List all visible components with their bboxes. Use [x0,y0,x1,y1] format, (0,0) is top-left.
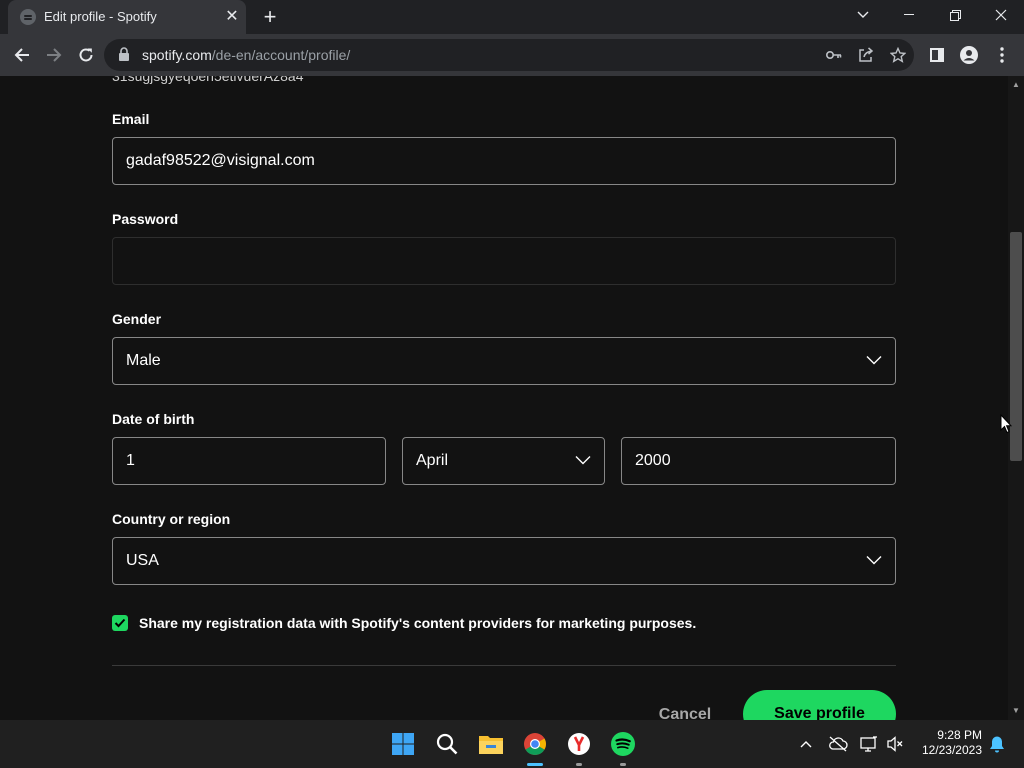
gender-label: Gender [112,311,162,327]
windows-taskbar: 9:28 PM 12/23/2023 [0,720,1024,768]
browser-tab-active[interactable]: Edit profile - Spotify ✕ [8,0,246,34]
scroll-up-arrow[interactable]: ▲ [1011,80,1021,90]
save-profile-button[interactable]: Save profile [743,690,896,720]
url-text: spotify.com/de-en/account/profile/ [142,47,351,63]
clock-date: 12/23/2023 [921,743,982,757]
spotify-icon[interactable] [607,728,639,760]
email-field[interactable]: gadaf98522@visignal.com [112,137,896,185]
email-label: Email [112,111,150,127]
yandex-running-indicator [576,763,582,766]
chevron-down-icon[interactable] [840,0,886,30]
minimize-icon[interactable] [886,0,932,30]
close-window-icon[interactable] [978,0,1024,30]
close-icon[interactable]: ✕ [222,7,242,27]
chevron-down-icon [866,556,882,565]
yandex-icon[interactable] [563,728,595,760]
reload-icon[interactable] [74,43,98,67]
plus-icon[interactable]: + [259,6,281,28]
file-explorer-icon[interactable] [475,728,507,760]
star-icon[interactable] [886,43,910,67]
share-data-label: Share my registration data with Spotify'… [139,615,697,631]
page-viewport: 31sugjsgyeqoen5etivuerAz8a4 Email gadaf9… [0,76,1008,720]
country-label: Country or region [112,511,231,527]
forward-icon[interactable] [42,43,66,67]
more-icon[interactable] [990,43,1014,67]
volume-muted-icon[interactable] [885,734,905,754]
monitor-icon[interactable] [859,734,879,754]
key-icon[interactable] [822,43,846,67]
search-icon[interactable] [431,728,463,760]
cloud-offline-icon[interactable] [828,734,848,754]
scroll-down-arrow[interactable]: ▼ [1011,706,1021,716]
profile-icon[interactable] [957,43,981,67]
spotify-running-indicator [620,763,626,766]
dob-year-field[interactable]: 2000 [621,437,896,485]
password-label: Password [112,211,179,227]
address-bar[interactable]: spotify.com/de-en/account/profile/ [104,39,914,71]
bell-icon[interactable] [987,734,1007,754]
password-field[interactable] [112,237,896,285]
browser-toolbar: spotify.com/de-en/account/profile/ [0,34,1024,76]
chevron-down-icon [575,456,591,465]
username-value: 31sugjsgyeqoen5etivuerAz8a4 [112,76,304,84]
gender-select[interactable]: Male [112,337,896,385]
country-select[interactable]: USA [112,537,896,585]
cancel-button[interactable]: Cancel [648,706,722,720]
dob-label: Date of birth [112,411,195,427]
dob-month-select[interactable]: April [402,437,605,485]
chrome-active-indicator [527,763,543,766]
restore-icon[interactable] [932,0,978,30]
check-icon [114,618,126,628]
chevron-up-icon[interactable] [796,734,816,754]
back-icon[interactable] [10,43,34,67]
chrome-icon[interactable] [519,728,551,760]
spotify-favicon [20,9,36,25]
share-data-checkbox[interactable] [112,615,128,631]
lock-icon[interactable] [118,47,130,67]
chevron-down-icon [866,356,882,365]
clock-time: 9:28 PM [937,728,982,742]
mouse-cursor [1000,414,1012,434]
system-clock[interactable]: 9:28 PM 12/23/2023 [912,728,982,758]
share-icon[interactable] [854,43,878,67]
divider [112,665,896,666]
browser-titlebar: Edit profile - Spotify ✕ + [0,0,1024,34]
windows-start-icon[interactable] [387,728,419,760]
side-panel-icon[interactable] [925,43,949,67]
dob-day-field[interactable]: 1 [112,437,386,485]
tab-title: Edit profile - Spotify [44,9,157,24]
